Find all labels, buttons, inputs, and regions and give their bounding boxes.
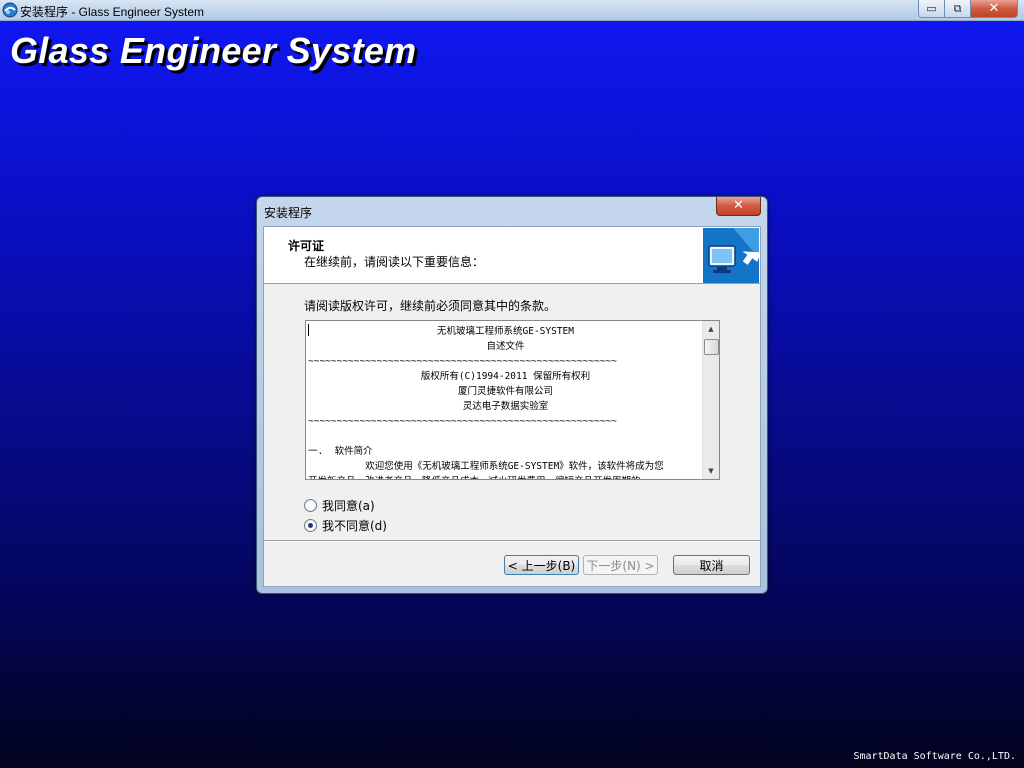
wizard-header: 许可证 在继续前，请阅读以下重要信息：: [264, 227, 760, 284]
disagree-option[interactable]: 我不同意(d): [304, 517, 387, 534]
button-separator: [264, 540, 760, 542]
license-line: ~~~~~~~~~~~~~~~~~~~~~~~~~~~~~~~~~~~~~~~~…: [308, 356, 617, 367]
close-icon: ✕: [733, 198, 744, 213]
license-line: 灵达电子数据实验室: [462, 401, 549, 412]
license-line: 版权所有(C)1994-2011 保留所有权利: [420, 371, 591, 382]
license-line: 自述文件: [486, 341, 525, 352]
restore-icon: ⧉: [953, 1, 962, 15]
license-scrollbar[interactable]: ▲ ▼: [702, 321, 719, 479]
license-line: 欢迎您使用《无机玻璃工程师系统GE-SYSTEM》软件，该软件将成为您: [308, 461, 664, 472]
scroll-thumb[interactable]: [704, 339, 719, 355]
installer-app-icon: [2, 2, 18, 18]
setup-computer-icon: [703, 228, 759, 283]
back-button[interactable]: < 上一步(B): [504, 555, 579, 575]
close-window-button[interactable]: ✕: [971, 0, 1018, 18]
restore-button[interactable]: ⧉: [945, 0, 971, 18]
license-line: 开发新产品，改进老产品，降低产品成本，减少研发费用，缩短产品开发周期的: [308, 474, 703, 479]
scroll-down-icon[interactable]: ▼: [703, 463, 719, 479]
cancel-button[interactable]: 取消: [673, 555, 750, 575]
license-line: 厦门灵捷软件有限公司: [457, 386, 553, 397]
setup-dialog: 安装程序 ✕ 许可证 在继续前，请阅读以下重要信息： 请阅读版权许可，继续前必须…: [256, 196, 768, 594]
license-line: [308, 429, 703, 444]
window-titlebar: 安装程序 - Glass Engineer System ▭ ⧉ ✕: [0, 0, 1024, 21]
wizard-page-subtitle: 在继续前，请阅读以下重要信息：: [304, 255, 485, 269]
dialog-close-button[interactable]: ✕: [716, 197, 761, 216]
minimize-icon: ▭: [926, 2, 937, 15]
license-text: 无机玻璃工程师系统GE-SYSTEM 自述文件 ~~~~~~~~~~~~~~~~~~…: [308, 324, 703, 479]
license-textbox[interactable]: 无机玻璃工程师系统GE-SYSTEM 自述文件 ~~~~~~~~~~~~~~~~~~…: [305, 320, 720, 480]
window-title: 安装程序 - Glass Engineer System: [20, 5, 205, 19]
dialog-body: 许可证 在继续前，请阅读以下重要信息： 请阅读版权许可，继续前必须同意其中的条款…: [263, 226, 761, 587]
next-button[interactable]: 下一步(N) >: [583, 555, 658, 575]
window-controls: ▭ ⧉ ✕: [918, 0, 1018, 18]
banner-title: Glass Engineer System: [10, 30, 417, 71]
agree-radio[interactable]: [304, 499, 317, 512]
copyright-text: SmartData Software Co.,LTD.: [853, 751, 1016, 762]
disagree-label: 我不同意(d): [322, 519, 387, 533]
agree-label: 我同意(a): [322, 499, 375, 513]
license-line: 无机玻璃工程师系统GE-SYSTEM: [437, 326, 574, 337]
license-line: 一. 软件简介: [308, 446, 373, 457]
dialog-title: 安装程序: [264, 206, 313, 220]
scroll-up-icon[interactable]: ▲: [703, 321, 719, 337]
license-line: ~~~~~~~~~~~~~~~~~~~~~~~~~~~~~~~~~~~~~~~~…: [308, 416, 617, 427]
wizard-page-title: 许可证: [288, 239, 325, 253]
agree-option[interactable]: 我同意(a): [304, 497, 375, 514]
license-instruction: 请阅读版权许可，继续前必须同意其中的条款。: [304, 299, 557, 313]
minimize-button[interactable]: ▭: [918, 0, 945, 18]
disagree-radio[interactable]: [304, 519, 317, 532]
close-icon: ✕: [988, 1, 1000, 16]
